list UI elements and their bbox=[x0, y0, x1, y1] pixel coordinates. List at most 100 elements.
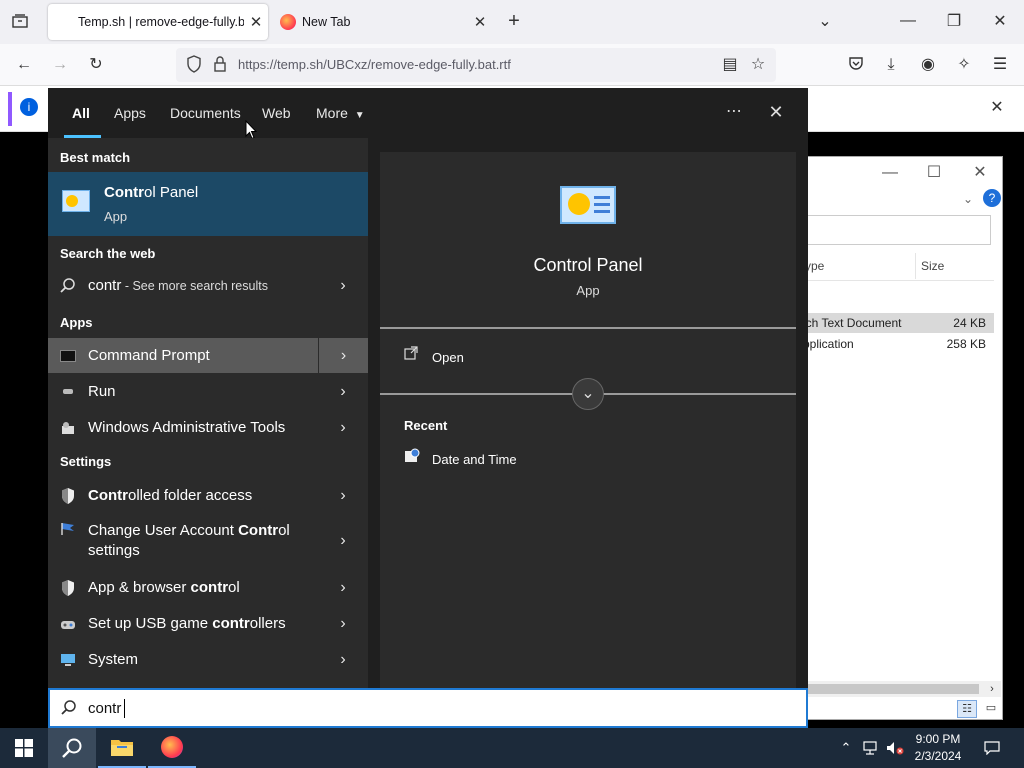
setting-result-usb-game-controllers[interactable]: Set up USB game controllers › bbox=[48, 606, 368, 641]
open-action[interactable]: Open bbox=[380, 342, 796, 372]
tab-close-icon[interactable]: ✕ bbox=[468, 13, 492, 31]
explorer-close-icon[interactable]: ✕ bbox=[971, 163, 989, 183]
chevron-right-icon[interactable]: › bbox=[318, 419, 368, 437]
taskbar-search-button[interactable] bbox=[48, 728, 96, 768]
chevron-right-icon[interactable]: › bbox=[318, 651, 368, 669]
setting-result-controlled-folder-access[interactable]: Controlled folder access › bbox=[48, 478, 368, 513]
chevron-right-icon[interactable]: › bbox=[318, 615, 368, 633]
file-type: ich Text Document bbox=[803, 316, 902, 330]
setting-result-system[interactable]: System › bbox=[48, 642, 368, 677]
hamburger-menu-icon[interactable]: ☰ bbox=[990, 55, 1010, 75]
bookmark-star-icon[interactable]: ☆ bbox=[748, 55, 768, 75]
extensions-icon[interactable]: ✧ bbox=[954, 55, 974, 75]
tracking-shield-icon[interactable] bbox=[184, 55, 204, 79]
best-match-type: App bbox=[104, 209, 128, 224]
help-icon[interactable]: ? bbox=[983, 189, 1001, 207]
firefox-taskbar-icon bbox=[161, 736, 183, 758]
pocket-icon[interactable] bbox=[846, 55, 866, 77]
tab-web[interactable]: Web bbox=[262, 105, 291, 121]
web-query-suffix: - See more search results bbox=[121, 279, 268, 293]
chevron-right-icon[interactable]: › bbox=[318, 277, 368, 295]
tab-close-icon[interactable]: ✕ bbox=[244, 13, 268, 31]
system-clock[interactable]: 9:00 PM 2/3/2024 bbox=[906, 731, 970, 765]
action-center-icon[interactable] bbox=[978, 728, 1006, 768]
back-arrow-icon[interactable]: ← bbox=[14, 55, 34, 75]
chevron-right-icon[interactable]: › bbox=[318, 338, 368, 373]
notification-close-icon[interactable]: ✕ bbox=[988, 98, 1006, 118]
setting-result-uac[interactable]: Change User Account Control settings › bbox=[48, 514, 368, 568]
best-match-control-panel[interactable]: Control Panel App bbox=[48, 172, 368, 236]
forward-arrow-icon[interactable]: → bbox=[50, 55, 70, 75]
explorer-file-row[interactable]: ich Text Document 24 KB bbox=[801, 313, 994, 333]
tab-all[interactable]: All bbox=[72, 105, 90, 121]
chevron-right-icon[interactable]: › bbox=[318, 487, 368, 505]
expand-chevron-icon[interactable]: ⌄ bbox=[572, 378, 604, 410]
tab-title: Temp.sh | remove-edge-fully.ba bbox=[78, 15, 244, 29]
explorer-minimize-icon[interactable]: — bbox=[881, 163, 899, 183]
open-label: Open bbox=[432, 350, 464, 365]
scrollbar-thumb[interactable] bbox=[801, 684, 979, 694]
account-icon[interactable]: ◉ bbox=[918, 55, 938, 75]
volume-muted-icon[interactable] bbox=[884, 728, 906, 768]
firefox-icon bbox=[280, 14, 296, 30]
reload-icon[interactable]: ↻ bbox=[86, 55, 106, 75]
network-icon[interactable] bbox=[860, 728, 882, 768]
column-header-size[interactable]: Size bbox=[921, 259, 944, 273]
list-all-tabs-chevron-icon[interactable]: ⌄ bbox=[815, 12, 835, 32]
preview-pane: Control Panel App Open ⌄ Recent Date and… bbox=[380, 152, 796, 688]
browser-tab-newtab[interactable]: New Tab ✕ bbox=[272, 4, 492, 40]
setting-label: Controlled folder access bbox=[88, 486, 318, 506]
tab-more[interactable]: More ▼ bbox=[316, 105, 365, 121]
chevron-right-icon[interactable]: › bbox=[318, 383, 368, 401]
flyout-close-icon[interactable]: ✕ bbox=[764, 102, 788, 122]
setting-label: Change User Account Control settings bbox=[88, 521, 318, 561]
start-button[interactable] bbox=[0, 728, 48, 768]
file-size: 258 KB bbox=[946, 337, 986, 351]
taskbar-search-box[interactable]: contr bbox=[48, 688, 808, 728]
recent-item[interactable]: Date and Time bbox=[380, 446, 796, 470]
control-panel-icon-graphic bbox=[66, 195, 78, 207]
file-explorer-window: — ☐ ✕ ⌄ ? ype Size ich Text Document 24 … bbox=[800, 156, 1003, 720]
close-window-icon[interactable]: ✕ bbox=[990, 12, 1010, 32]
tab-more-label: More bbox=[316, 105, 348, 121]
new-tab-plus-icon[interactable]: + bbox=[504, 11, 524, 31]
label-post: ol bbox=[228, 578, 240, 596]
explorer-expand-chevron-icon[interactable]: ⌄ bbox=[961, 189, 975, 209]
details-view-icon[interactable]: ☷ bbox=[957, 700, 977, 718]
url-bar[interactable]: https://temp.sh/UBCxz/remove-edge-fully.… bbox=[176, 48, 776, 82]
app-result-admin-tools[interactable]: Windows Administrative Tools › bbox=[48, 410, 368, 445]
large-icons-view-icon[interactable]: ▭ bbox=[981, 700, 1001, 718]
web-search-result[interactable]: contr - See more search results › bbox=[48, 266, 368, 306]
column-divider bbox=[915, 253, 916, 279]
setting-result-app-browser-control[interactable]: App & browser control › bbox=[48, 570, 368, 605]
downloads-icon[interactable]: ⤓ bbox=[881, 55, 901, 75]
tab-documents[interactable]: Documents bbox=[170, 105, 241, 121]
minimize-icon[interactable]: — bbox=[898, 11, 918, 31]
app-result-command-prompt[interactable]: Command Prompt › bbox=[48, 338, 368, 373]
tab-list-icon[interactable] bbox=[10, 12, 30, 36]
app-label: Windows Administrative Tools bbox=[88, 418, 286, 436]
chevron-right-icon[interactable]: › bbox=[318, 579, 368, 597]
taskbar-file-explorer[interactable] bbox=[98, 728, 146, 768]
more-options-ellipsis-icon[interactable]: ⋯ bbox=[722, 102, 746, 122]
explorer-horizontal-scrollbar[interactable]: › bbox=[801, 681, 1001, 697]
explorer-search-field[interactable] bbox=[801, 215, 991, 245]
explorer-file-row[interactable]: pplication 258 KB bbox=[801, 334, 994, 354]
chevron-right-icon[interactable]: › bbox=[318, 532, 368, 550]
scroll-right-arrow-icon[interactable]: › bbox=[985, 679, 999, 699]
search-query-text: contr bbox=[88, 700, 122, 717]
setting-label: System bbox=[88, 650, 318, 670]
section-search-web: Search the web bbox=[60, 246, 156, 261]
explorer-maximize-icon[interactable]: ☐ bbox=[925, 163, 943, 183]
reader-view-icon[interactable]: ▤ bbox=[720, 55, 740, 75]
file-type: pplication bbox=[803, 337, 854, 351]
restore-icon[interactable]: ❐ bbox=[944, 12, 964, 32]
clock-time: 9:00 PM bbox=[915, 732, 961, 746]
lock-icon[interactable] bbox=[210, 55, 230, 79]
show-hidden-icons-icon[interactable]: ⌃ bbox=[836, 728, 856, 768]
tab-apps[interactable]: Apps bbox=[114, 105, 146, 121]
taskbar-firefox[interactable] bbox=[148, 728, 196, 768]
app-result-run[interactable]: Run › bbox=[48, 374, 368, 409]
browser-tab-active[interactable]: Temp.sh | remove-edge-fully.ba ✕ bbox=[48, 4, 268, 40]
section-settings: Settings bbox=[60, 454, 112, 469]
